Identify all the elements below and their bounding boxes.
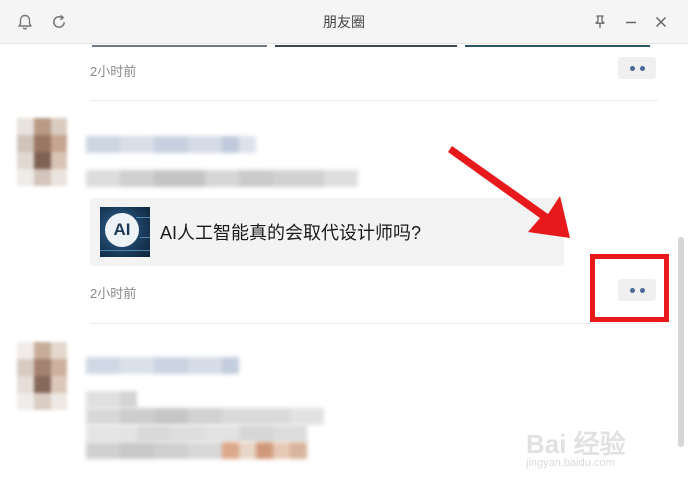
blurred-post-text (86, 170, 358, 187)
blurred-post-text (86, 408, 324, 425)
more-actions-button[interactable] (618, 279, 656, 301)
more-actions-button[interactable] (618, 57, 656, 79)
watermark-url: jingyan.baidu.com (526, 457, 615, 469)
blurred-post-text (86, 425, 307, 442)
image-strip (465, 45, 650, 47)
dot-icon (639, 287, 645, 293)
scrollbar[interactable] (678, 237, 684, 447)
image-strip (92, 45, 267, 47)
dot-icon (629, 287, 635, 293)
link-title: AI人工智能真的会取代设计师吗? (160, 223, 422, 243)
dot-icon (629, 65, 635, 71)
pin-icon[interactable] (589, 11, 611, 33)
divider (90, 323, 658, 324)
blurred-username (86, 136, 256, 153)
divider (90, 100, 658, 101)
avatar[interactable] (17, 118, 67, 186)
dot-icon (639, 65, 645, 71)
window-title: 朋友圈 (323, 14, 365, 30)
baidu-watermark-logo: Bai 经验 jingyan.baidu.com (526, 424, 656, 474)
blurred-post-text (86, 391, 137, 408)
blurred-username (86, 357, 239, 374)
ai-logo-icon: AI (105, 213, 139, 247)
image-strip (275, 45, 457, 47)
blurred-post-text (86, 442, 307, 459)
close-icon[interactable] (650, 11, 672, 33)
article-thumbnail: AI (100, 207, 150, 257)
post-time: 2小时前 (90, 64, 137, 79)
link-card[interactable]: AI AI人工智能真的会取代设计师吗? (90, 198, 564, 266)
avatar[interactable] (17, 342, 67, 410)
title-bar: 朋友圈 (0, 0, 688, 44)
minimize-icon[interactable] (620, 11, 642, 33)
watermark-text: Bai 经验 (526, 429, 626, 459)
post-time: 2小时前 (90, 286, 137, 301)
